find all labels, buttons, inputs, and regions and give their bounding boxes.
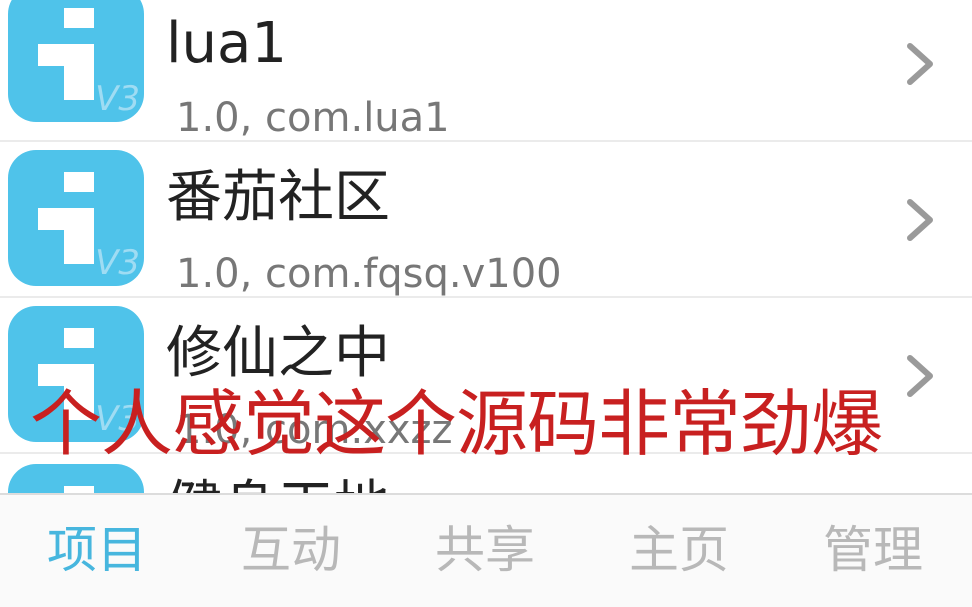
tab-home[interactable]: 主页 (582, 525, 776, 575)
chevron-right-icon (907, 43, 933, 85)
app-screen: V3 lua1 1.0, com.lua1 V3 番茄社区 1.0, com.f… (0, 0, 972, 607)
bottom-tab-bar: 项目 互动 共享 主页 管理 (0, 493, 972, 607)
list-item[interactable]: V3 番茄社区 1.0, com.fqsq.v100 (0, 142, 972, 298)
tab-manage[interactable]: 管理 (776, 525, 970, 575)
chevron-right-icon (907, 199, 933, 241)
app-subtitle: 1.0, com.fqsq.v100 (176, 251, 562, 297)
app-icon: V3 (8, 150, 144, 286)
app-icon (8, 464, 144, 493)
tab-projects[interactable]: 项目 (0, 525, 194, 575)
app-title: 番茄社区 (166, 165, 390, 230)
version-badge: V3 (95, 243, 140, 283)
chevron-right-icon (907, 355, 933, 397)
list-item[interactable]: V3 lua1 1.0, com.lua1 (0, 0, 972, 142)
tab-share[interactable]: 共享 (388, 525, 582, 575)
app-title: 健身天地 (166, 480, 390, 494)
version-badge: V3 (95, 79, 140, 119)
tab-interaction[interactable]: 互动 (194, 525, 388, 575)
info-i-icon (64, 486, 94, 493)
app-title: 修仙之中 (166, 321, 390, 386)
app-title: lua1 (166, 11, 287, 76)
video-caption: 个人感觉这个源码非常劲爆 (30, 382, 883, 466)
app-subtitle: 1.0, com.lua1 (176, 95, 450, 141)
app-icon: V3 (8, 0, 144, 122)
